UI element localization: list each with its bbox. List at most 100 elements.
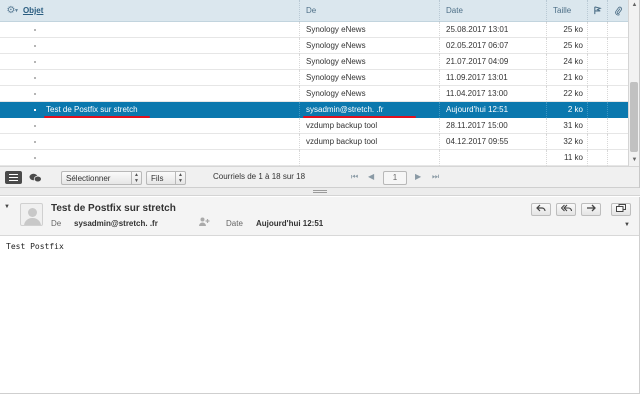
date-text: 04.12.2017 09:55: [446, 137, 509, 146]
column-from[interactable]: De: [300, 0, 440, 22]
column-date-label[interactable]: Date: [446, 6, 463, 15]
unread-dot-icon[interactable]: [34, 156, 36, 159]
cell-size: 31 ko: [547, 117, 588, 134]
splitter-grip-icon[interactable]: [313, 190, 327, 193]
table-row[interactable]: vzdump backup tool 04.12.2017 09:55 32 ko: [0, 133, 628, 150]
flag-icon[interactable]: [593, 6, 602, 15]
message-list-pane: ⚙ ▼ Objet De Date Taille Synology eNews 2…: [0, 0, 640, 188]
column-size-label[interactable]: Taille: [553, 6, 571, 15]
cell-subject: [0, 85, 300, 102]
prev-page-icon[interactable]: ◀: [368, 172, 374, 181]
column-date[interactable]: Date: [440, 0, 547, 22]
unread-dot-icon[interactable]: [34, 124, 36, 127]
unread-dot-icon[interactable]: [34, 28, 36, 31]
from-text: Synology eNews: [306, 41, 366, 50]
cell-date: 11.04.2017 13:00: [440, 85, 547, 102]
from-address[interactable]: sysadmin@stretch. .fr: [74, 219, 158, 228]
cell-att: [608, 54, 628, 70]
table-row[interactable]: vzdump backup tool 28.11.2017 15:00 31 ko: [0, 117, 628, 134]
table-row[interactable]: Synology eNews 02.05.2017 06:07 25 ko: [0, 37, 628, 54]
cell-subject: [0, 37, 300, 54]
cell-from: Synology eNews: [300, 85, 440, 102]
from-text: Synology eNews: [306, 25, 366, 34]
scrollbar-thumb[interactable]: [630, 82, 638, 152]
select-dropdown-label: Sélectionner: [66, 173, 111, 183]
unread-dot-icon[interactable]: [34, 108, 36, 111]
cell-size: 25 ko: [547, 21, 588, 38]
next-page-icon[interactable]: ▶: [415, 172, 421, 181]
forward-button[interactable]: [581, 203, 601, 216]
cell-from: Synology eNews: [300, 37, 440, 54]
avatar: [20, 203, 43, 226]
cell-att: [608, 102, 628, 118]
page-number-input[interactable]: 1: [383, 171, 407, 185]
unread-dot-icon[interactable]: [34, 60, 36, 63]
subject-text: Test de Postfix sur stretch: [46, 105, 138, 114]
table-row[interactable]: Synology eNews 11.04.2017 13:00 22 ko: [0, 85, 628, 102]
cell-date: 28.11.2017 15:00: [440, 117, 547, 134]
date-text: 11.04.2017 13:00: [446, 89, 508, 98]
paperclip-icon[interactable]: [614, 6, 623, 16]
add-contact-icon[interactable]: [199, 217, 210, 228]
date-text: Aujourd'hui 12:51: [446, 105, 509, 114]
new-window-icon: [616, 204, 626, 212]
reply-button[interactable]: [531, 203, 551, 216]
column-subject[interactable]: ⚙ ▼ Objet: [0, 0, 300, 22]
select-dropdown[interactable]: Sélectionner ▲ ▼: [61, 171, 142, 185]
cell-date: 11.09.2017 13:01: [440, 69, 547, 86]
date-text: 02.05.2017 06:07: [446, 41, 509, 50]
threads-icon[interactable]: [28, 172, 42, 183]
unread-dot-icon[interactable]: [34, 76, 36, 79]
table-row[interactable]: Synology eNews 11.09.2017 13:01 21 ko: [0, 69, 628, 86]
cell-from: Synology eNews: [300, 53, 440, 70]
column-subject-label[interactable]: Objet: [23, 6, 43, 15]
scroll-up-icon[interactable]: ▲: [631, 1, 638, 9]
cell-att: [608, 86, 628, 102]
cell-att: [608, 150, 628, 166]
chevron-down-icon[interactable]: ▼: [14, 8, 19, 14]
more-options-icon[interactable]: ▼: [624, 222, 630, 228]
scroll-down-icon[interactable]: ▼: [631, 156, 638, 164]
date-text: 28.11.2017 15:00: [446, 121, 508, 130]
cell-size: 25 ko: [547, 37, 588, 54]
column-attachment[interactable]: [608, 0, 628, 22]
table-row[interactable]: Synology eNews 25.08.2017 13:01 25 ko: [0, 21, 628, 38]
column-flag[interactable]: [588, 0, 608, 22]
unread-dot-icon[interactable]: [34, 44, 36, 47]
cell-att: [608, 134, 628, 150]
list-scrollbar[interactable]: ▲ ▼: [628, 0, 639, 166]
cell-flag: [588, 85, 608, 102]
message-body: Test Postfix: [6, 242, 64, 251]
date-label: Date: [226, 219, 243, 228]
open-window-button[interactable]: [611, 203, 631, 216]
cell-att: [608, 70, 628, 86]
table-row[interactable]: Synology eNews 21.07.2017 04:09 24 ko: [0, 53, 628, 70]
size-text: 25 ko: [563, 41, 583, 50]
annotation-underline: [44, 116, 150, 118]
unread-dot-icon[interactable]: [34, 140, 36, 143]
reply-all-button[interactable]: [556, 203, 576, 216]
collapse-arrow-icon[interactable]: ▼: [4, 204, 10, 210]
date-text: 21.07.2017 04:09: [446, 57, 509, 66]
threads-dropdown[interactable]: Fils ▲ ▼: [146, 171, 186, 185]
cell-subject: [0, 117, 300, 134]
pane-splitter[interactable]: [0, 188, 640, 196]
updown-icon: ▲ ▼: [175, 172, 185, 184]
cell-att: [608, 38, 628, 54]
column-size[interactable]: Taille: [547, 0, 588, 22]
unread-dot-icon[interactable]: [34, 92, 36, 95]
last-page-icon[interactable]: ⏭: [432, 172, 439, 182]
cell-flag: [588, 69, 608, 86]
cell-date: 25.08.2017 13:01: [440, 21, 547, 38]
first-page-icon[interactable]: ⏮: [351, 172, 358, 182]
date-text: 25.08.2017 13:01: [446, 25, 509, 34]
from-text: vzdump backup tool: [306, 137, 378, 146]
cell-subject: [0, 21, 300, 38]
list-view-icon[interactable]: [5, 171, 22, 184]
cell-from: Synology eNews: [300, 21, 440, 38]
column-from-label[interactable]: De: [306, 6, 316, 15]
reply-icon: [536, 204, 546, 212]
cell-date: 04.12.2017 09:55: [440, 133, 547, 150]
from-text: Synology eNews: [306, 57, 366, 66]
table-row[interactable]: 11 ko: [0, 149, 628, 166]
